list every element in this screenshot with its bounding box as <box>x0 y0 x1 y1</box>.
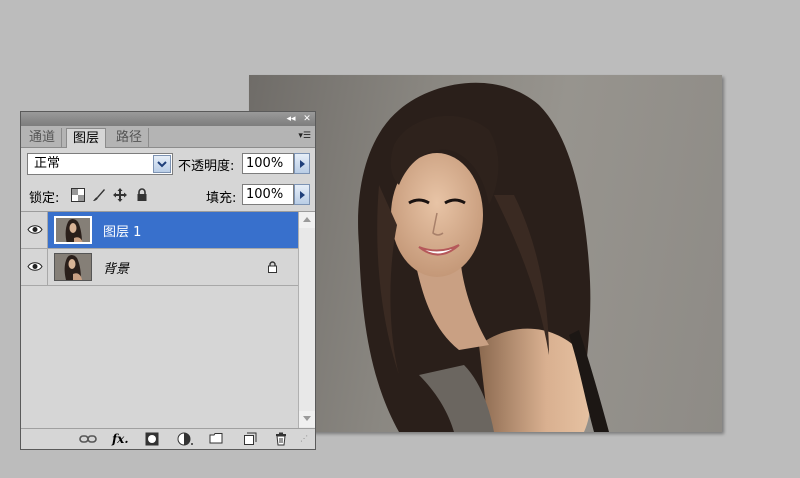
panel-titlebar[interactable]: ◂◂ ✕ <box>21 112 315 126</box>
eye-icon <box>27 225 43 234</box>
lock-position-icon[interactable] <box>113 188 127 202</box>
fx-icon[interactable]: fx. <box>112 432 129 446</box>
lock-transparency-icon[interactable] <box>71 188 85 202</box>
lock-label: 锁定: <box>29 191 60 206</box>
opacity-arrow-button[interactable] <box>294 153 310 174</box>
tab-channels[interactable]: 通道 <box>23 128 63 148</box>
visibility-toggle[interactable] <box>21 212 48 248</box>
group-folder-icon[interactable] <box>209 432 225 446</box>
layer-thumbnail[interactable] <box>54 216 92 244</box>
link-icon[interactable] <box>79 432 97 446</box>
layers-list: 图层 1 背景 <box>21 211 315 428</box>
panel-bottom-bar: fx. ⋰ <box>21 428 315 449</box>
collapse-icon[interactable]: ◂◂ <box>284 112 298 126</box>
blend-mode-value: 正常 <box>34 156 61 171</box>
scroll-down-button[interactable] <box>299 411 315 427</box>
tab-paths[interactable]: 路径 <box>110 128 150 148</box>
fill-label: 填充: <box>206 191 237 206</box>
resize-grip-icon[interactable]: ⋰ <box>300 432 316 446</box>
lock-pixels-icon[interactable] <box>92 188 106 202</box>
close-icon[interactable]: ✕ <box>300 112 314 126</box>
layer-name[interactable]: 背景 <box>103 258 129 277</box>
layers-panel: ◂◂ ✕ 通道 图层 路径 ▾☰ 正常 不透明度: 100% 锁定: 填充: 1… <box>20 111 316 450</box>
blend-mode-select[interactable]: 正常 <box>27 153 173 175</box>
layers-scrollbar[interactable] <box>298 212 315 428</box>
panel-menu-icon[interactable]: ▾☰ <box>298 131 311 141</box>
tab-layers[interactable]: 图层 <box>66 128 107 148</box>
new-layer-icon[interactable] <box>243 432 259 446</box>
fill-arrow-button[interactable] <box>294 184 310 205</box>
opacity-input[interactable]: 100% <box>242 153 294 174</box>
eye-icon <box>27 262 43 271</box>
photo-image <box>358 82 609 432</box>
mask-icon[interactable] <box>145 432 161 446</box>
adjustment-icon[interactable] <box>177 432 193 446</box>
visibility-toggle[interactable] <box>21 249 48 285</box>
layer-thumbnail[interactable] <box>54 253 92 281</box>
lock-icon <box>267 261 278 276</box>
lock-all-icon[interactable] <box>135 188 149 202</box>
blend-row: 正常 不透明度: 100% <box>21 149 315 179</box>
document-canvas[interactable] <box>249 75 722 432</box>
trash-icon[interactable] <box>275 432 291 446</box>
lock-row: 锁定: 填充: 100% <box>21 179 315 211</box>
chevron-down-icon[interactable] <box>153 155 171 173</box>
fill-input[interactable]: 100% <box>242 184 294 205</box>
layer-row-layer1[interactable]: 图层 1 <box>21 212 298 249</box>
layer-row-background[interactable]: 背景 <box>21 249 298 286</box>
scroll-up-button[interactable] <box>299 212 315 228</box>
opacity-label: 不透明度: <box>178 159 235 174</box>
layer-name[interactable]: 图层 1 <box>103 221 141 240</box>
panel-tabbar: 通道 图层 路径 ▾☰ <box>21 126 315 148</box>
chevron-up-icon <box>303 217 311 222</box>
chevron-down-icon <box>303 416 311 421</box>
